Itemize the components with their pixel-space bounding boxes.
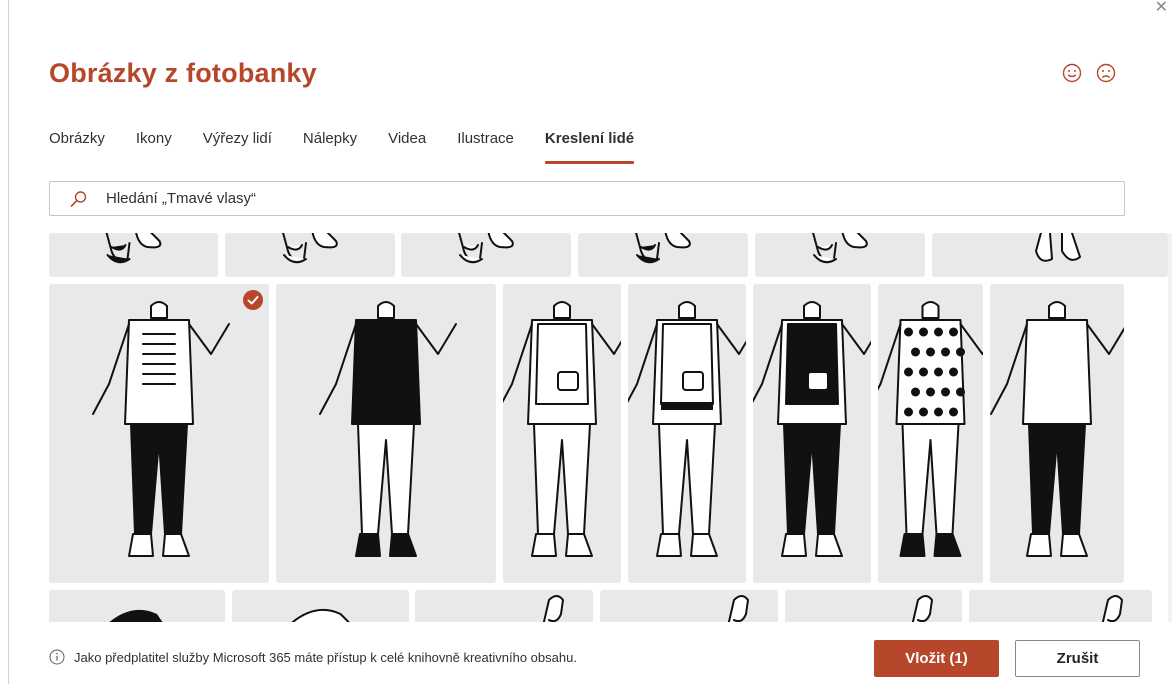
image-tile[interactable] (878, 284, 983, 583)
image-tile[interactable] (225, 233, 395, 277)
cartoon-illustration (319, 301, 457, 557)
cartoon-illustration (105, 233, 162, 264)
image-tile[interactable] (49, 590, 225, 622)
image-tile[interactable] (755, 233, 925, 277)
frown-icon[interactable] (1096, 63, 1116, 83)
close-icon[interactable]: ✕ (1155, 0, 1168, 16)
cartoon-illustration (542, 595, 564, 622)
info-text: Jako předplatitel služby Microsoft 365 m… (74, 649, 577, 665)
image-grid (49, 233, 1169, 622)
cartoon-illustration (727, 595, 749, 622)
tab-images[interactable]: Obrázky (49, 128, 105, 164)
cartoon-illustration (812, 233, 868, 264)
insert-button[interactable]: Vložit (1) (874, 640, 999, 677)
tab-illustrations[interactable]: Ilustrace (457, 128, 514, 164)
cartoon-illustration (753, 301, 871, 557)
dialog-title: Obrázky z fotobanky (49, 58, 317, 88)
search-icon (70, 190, 87, 207)
smile-icon[interactable] (1062, 63, 1082, 83)
info-icon (49, 649, 65, 665)
cartoon-illustration (291, 609, 350, 622)
cartoon-illustration (628, 301, 746, 557)
tab-stickers[interactable]: Nálepky (303, 128, 357, 164)
cartoon-illustration (503, 301, 621, 557)
image-tile[interactable] (600, 590, 778, 622)
image-tile[interactable] (49, 284, 269, 583)
tab-people-cutouts[interactable]: Výřezy lidí (203, 128, 272, 164)
tab-cartoon-people[interactable]: Kreslení lidé (544, 128, 635, 164)
cartoon-illustration (1101, 595, 1123, 622)
search-box[interactable] (49, 181, 1125, 216)
cartoon-illustration (878, 301, 983, 557)
image-tile[interactable] (753, 284, 871, 583)
image-tile[interactable] (785, 590, 962, 622)
subscription-info: Jako předplatitel služby Microsoft 365 m… (49, 649, 577, 665)
cartoon-illustration (635, 233, 691, 264)
image-tile[interactable] (503, 284, 621, 583)
image-tile[interactable] (401, 233, 571, 277)
dialog-left-border (8, 0, 9, 684)
cartoon-illustration (109, 610, 163, 622)
image-tile[interactable] (990, 284, 1124, 583)
tab-videos[interactable]: Videa (388, 128, 426, 164)
tab-icons[interactable]: Ikony (136, 128, 172, 164)
image-tile[interactable] (932, 233, 1168, 277)
image-tile[interactable] (415, 590, 593, 622)
category-tabs: Obrázky Ikony Výřezy lidí Nálepky Videa … (49, 128, 665, 164)
image-tile[interactable] (232, 590, 409, 622)
cartoon-illustration (458, 233, 514, 264)
scrollbar[interactable] (1168, 233, 1172, 622)
cartoon-illustration (282, 233, 338, 264)
feedback-area (1062, 63, 1116, 83)
image-tile[interactable] (969, 590, 1152, 622)
cancel-button[interactable]: Zrušit (1015, 640, 1140, 677)
cartoon-illustration (911, 595, 933, 622)
selected-check-icon (243, 290, 263, 310)
cartoon-illustration (1035, 233, 1081, 262)
image-tile[interactable] (276, 284, 496, 583)
search-input[interactable] (104, 189, 1124, 208)
image-tile[interactable] (578, 233, 748, 277)
image-tile[interactable] (49, 233, 218, 277)
cartoon-illustration (990, 301, 1124, 557)
cartoon-illustration (92, 301, 230, 557)
image-tile[interactable] (628, 284, 746, 583)
